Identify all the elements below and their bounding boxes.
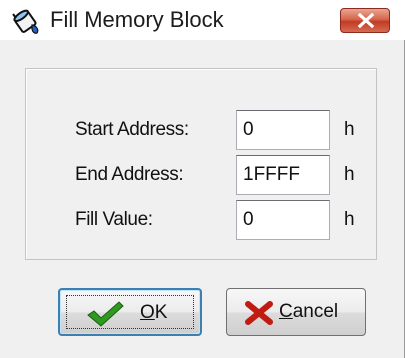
cancel-button[interactable]: Cancel bbox=[226, 288, 366, 336]
close-button[interactable] bbox=[340, 8, 390, 33]
x-icon bbox=[245, 301, 273, 325]
cancel-label-rest: ancel bbox=[292, 301, 339, 322]
cancel-mnemonic: C bbox=[279, 301, 293, 322]
close-icon bbox=[357, 13, 375, 28]
window-title: Fill Memory Block bbox=[50, 7, 224, 32]
fill-value-suffix: h bbox=[344, 209, 355, 230]
checkmark-icon bbox=[87, 301, 124, 327]
ok-button[interactable]: OK bbox=[58, 288, 202, 336]
fill-value-label: Fill Value: bbox=[75, 209, 153, 230]
start-address-label: Start Address: bbox=[75, 119, 189, 140]
start-address-suffix: h bbox=[344, 119, 355, 140]
end-address-input[interactable] bbox=[236, 155, 330, 195]
title-bar[interactable]: Fill Memory Block bbox=[0, 0, 405, 40]
fill-bucket-icon bbox=[10, 5, 42, 37]
fill-value-input[interactable] bbox=[236, 200, 330, 240]
cancel-label: Cancel bbox=[279, 289, 338, 335]
start-address-input[interactable] bbox=[236, 110, 330, 150]
end-address-label: End Address: bbox=[75, 164, 184, 185]
fill-memory-block-dialog: Fill Memory Block Start Address: h End A… bbox=[0, 0, 405, 358]
ok-label-rest: K bbox=[154, 302, 168, 323]
ok-label: OK bbox=[140, 290, 167, 336]
end-address-suffix: h bbox=[344, 164, 355, 185]
ok-mnemonic: O bbox=[140, 302, 155, 323]
